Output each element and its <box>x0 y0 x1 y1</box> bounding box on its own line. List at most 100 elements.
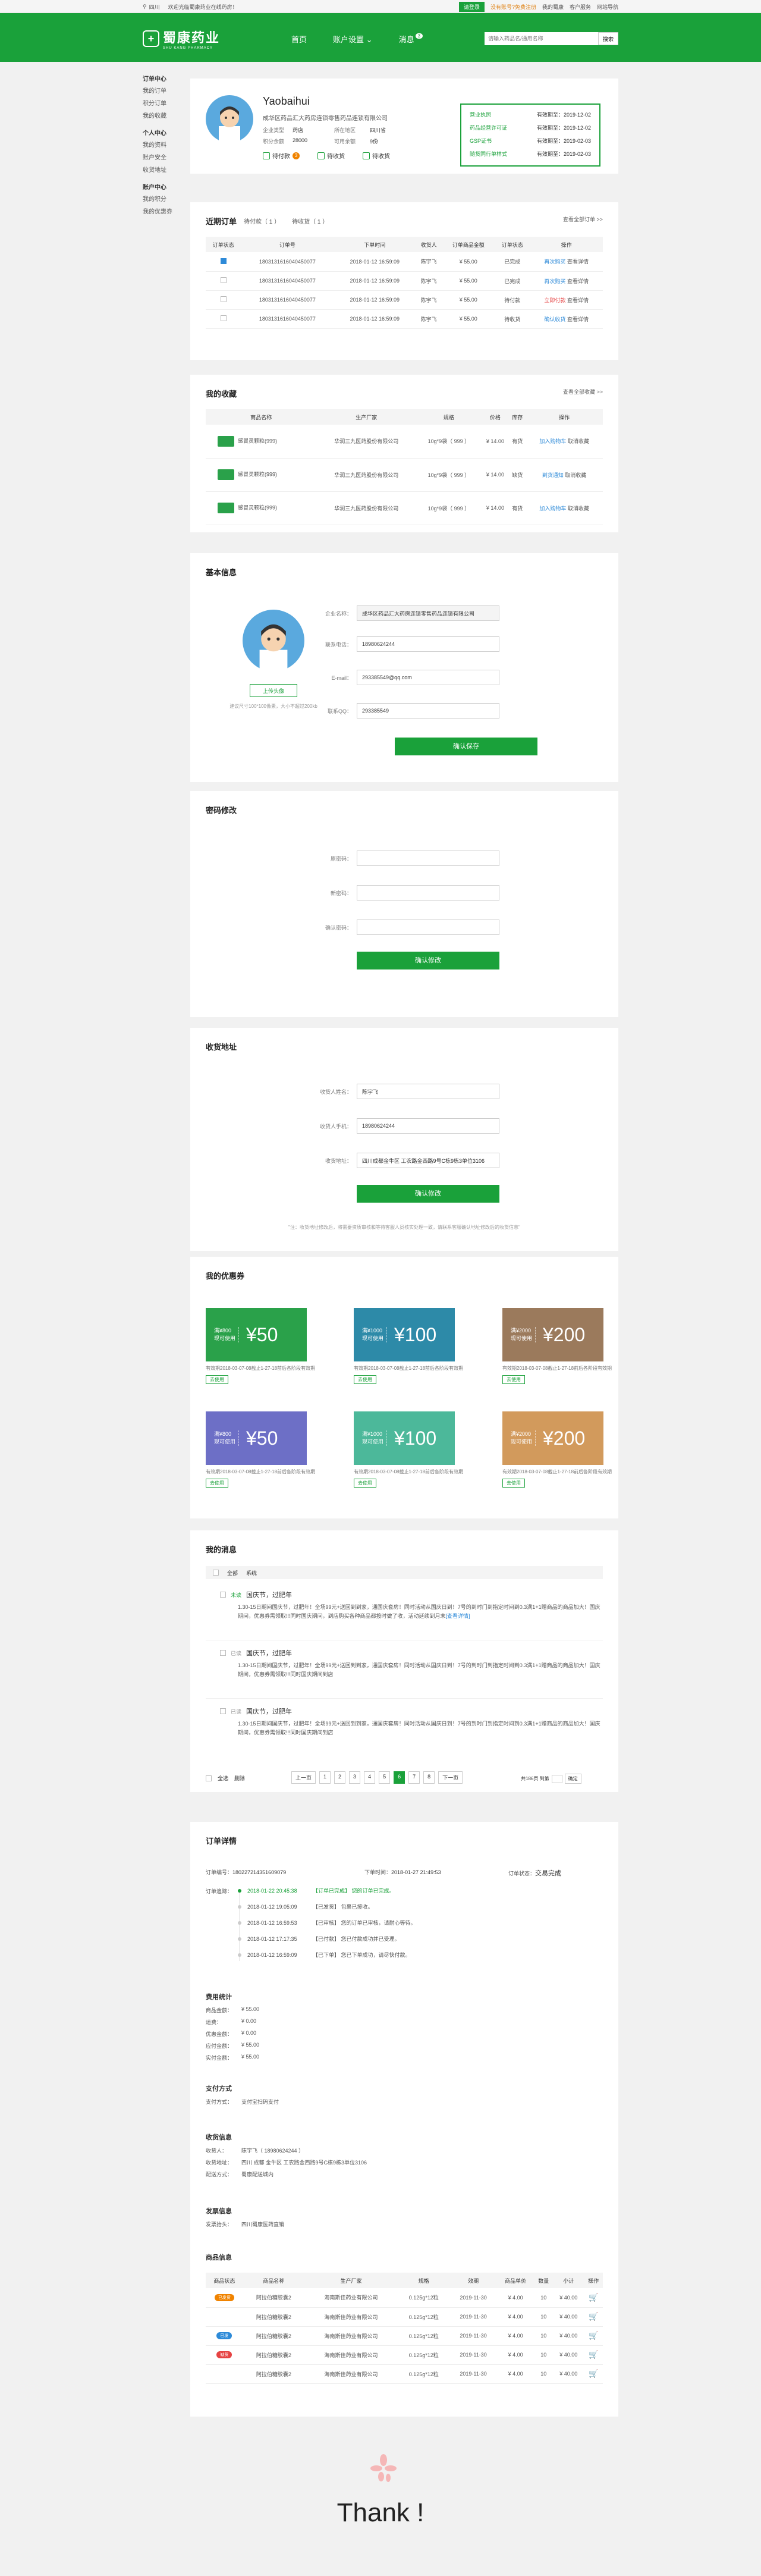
sidebar-item[interactable]: 我的优惠券 <box>143 206 190 215</box>
remove-favorite-link[interactable]: 取消收藏 <box>565 472 586 478</box>
order-primary-action[interactable]: 再次购买 <box>544 278 565 284</box>
product-name[interactable]: 感冒灵颗粒(999) <box>238 504 277 510</box>
view-all-favorites-link[interactable]: 查看全部收藏 >> <box>563 388 603 396</box>
email-field[interactable]: 293385549@qq.com <box>357 670 499 685</box>
page-button[interactable]: 2 <box>334 1771 346 1784</box>
receiver-name-field[interactable]: 陈宇飞 <box>357 1084 499 1099</box>
page-button[interactable]: 8 <box>423 1771 435 1784</box>
product-name[interactable]: 感冒灵颗粒(999) <box>238 471 277 477</box>
remove-favorite-link[interactable]: 取消收藏 <box>568 506 589 512</box>
top-link-account[interactable]: 我的蜀康 <box>542 3 564 11</box>
row-checkbox[interactable] <box>220 315 227 321</box>
row-checkbox[interactable] <box>220 296 227 302</box>
sidebar-item[interactable]: 积分订单 <box>143 98 190 107</box>
use-coupon-button[interactable]: 去使用 <box>502 1375 525 1384</box>
cart-icon[interactable]: 🛒 <box>589 2331 598 2340</box>
search-button[interactable]: 搜索 <box>598 32 618 45</box>
product-name[interactable]: 感冒灵颗粒(999) <box>238 438 277 444</box>
old-password-field[interactable] <box>357 851 499 866</box>
pending-payment-link[interactable]: 待付款 3 <box>263 151 300 160</box>
confirm-password-button[interactable]: 确认修改 <box>357 952 499 969</box>
order-detail-link[interactable]: 查看详情 <box>567 278 589 284</box>
message-title[interactable]: 国庆节，过肥年 <box>246 1648 292 1658</box>
delete-messages-button[interactable]: 删除 <box>234 1774 245 1782</box>
row-checkbox[interactable] <box>220 277 227 283</box>
search-input[interactable] <box>485 32 598 45</box>
tab-pending-receipt[interactable]: 待收货（ 1 ） <box>292 217 328 225</box>
row-checkbox[interactable] <box>220 258 227 264</box>
sidebar-item[interactable]: 我的订单 <box>143 86 190 95</box>
confirm-password-field[interactable] <box>357 920 499 935</box>
order-detail-link[interactable]: 查看详情 <box>567 259 589 265</box>
use-coupon-button[interactable]: 去使用 <box>354 1375 376 1384</box>
cart-icon[interactable]: 🛒 <box>589 2350 598 2359</box>
top-link-service[interactable]: 客户服务 <box>570 3 591 11</box>
tab-pending-payment[interactable]: 待付款（ 1 ） <box>244 217 280 225</box>
message-checkbox[interactable] <box>220 1650 226 1656</box>
goods-name-cell[interactable]: 阿拉伯糖胶囊2 <box>243 2326 304 2346</box>
page-button[interactable]: 4 <box>364 1771 376 1784</box>
pending-receipt-link[interactable]: 待收货 <box>317 151 345 160</box>
use-coupon-button[interactable]: 去使用 <box>206 1479 228 1488</box>
pending-receipt-link-2[interactable]: 待收货 <box>363 151 390 160</box>
confirm-address-button[interactable]: 确认修改 <box>357 1185 499 1203</box>
page-button[interactable]: 7 <box>408 1771 420 1784</box>
message-detail-link[interactable]: [查看详情] <box>446 1613 470 1619</box>
goods-name-cell[interactable]: 阿拉伯糖胶囊2 <box>243 2307 304 2327</box>
goods-name-cell[interactable]: 阿拉伯糖胶囊2 <box>243 2364 304 2384</box>
nav-messages[interactable]: 消息 3 <box>399 33 423 45</box>
cart-icon[interactable]: 🛒 <box>589 2369 598 2378</box>
message-title[interactable]: 国庆节，过肥年 <box>246 1706 292 1716</box>
favorite-primary-action[interactable]: 加入购物车 <box>539 438 566 444</box>
page-button[interactable]: 上一页 <box>291 1771 316 1784</box>
message-checkbox[interactable] <box>220 1592 226 1598</box>
qq-field[interactable]: 293385549 <box>357 703 499 718</box>
cart-icon[interactable]: 🛒 <box>589 2312 598 2321</box>
use-coupon-button[interactable]: 去使用 <box>206 1375 228 1384</box>
upload-avatar-button[interactable]: 上传头像 <box>250 684 297 697</box>
order-primary-action[interactable]: 再次购买 <box>544 259 565 265</box>
nav-account-settings[interactable]: 账户设置 ⌄ <box>333 33 373 45</box>
page-button[interactable]: 3 <box>349 1771 361 1784</box>
favorite-primary-action[interactable]: 加入购物车 <box>539 506 566 512</box>
login-button[interactable]: 请登录 <box>458 1 485 12</box>
message-title[interactable]: 国庆节，过肥年 <box>246 1590 292 1599</box>
tab-all-messages[interactable]: 全部 <box>227 1569 238 1577</box>
sidebar-item[interactable]: 我的资料 <box>143 140 190 149</box>
order-detail-link[interactable]: 查看详情 <box>567 297 589 303</box>
receiver-phone-field[interactable]: 18980624244 <box>357 1118 499 1134</box>
phone-field[interactable]: 18980624244 <box>357 636 499 652</box>
receiver-address-field[interactable]: 四川成都金牛区 工农路金西路9号C栋9栋3单位3106 <box>357 1153 499 1168</box>
page-button[interactable]: 6 <box>394 1771 405 1784</box>
favorite-primary-action[interactable]: 到货通知 <box>542 472 564 478</box>
view-all-orders-link[interactable]: 查看全部订单 >> <box>563 215 603 223</box>
page-button[interactable]: 1 <box>319 1771 331 1784</box>
register-link[interactable]: 没有账号?免费注册 <box>490 3 536 11</box>
message-checkbox[interactable] <box>220 1708 226 1714</box>
product-thumbnail[interactable] <box>218 469 234 480</box>
select-all-checkbox[interactable] <box>206 1775 212 1781</box>
product-thumbnail[interactable] <box>218 503 234 513</box>
page-jump-input[interactable] <box>551 1774 562 1783</box>
goods-name-cell[interactable]: 阿拉伯糖胶囊2 <box>243 2288 304 2308</box>
use-coupon-button[interactable]: 去使用 <box>354 1479 376 1488</box>
sidebar-item[interactable]: 收货地址 <box>143 165 190 174</box>
remove-favorite-link[interactable]: 取消收藏 <box>568 438 589 444</box>
site-logo[interactable]: + 蜀康药业 SHU KANG PHARMACY <box>143 27 220 50</box>
new-password-field[interactable] <box>357 885 499 900</box>
save-basic-info-button[interactable]: 确认保存 <box>395 738 537 755</box>
sidebar-item[interactable]: 我的收藏 <box>143 111 190 120</box>
nav-home[interactable]: 首页 <box>291 33 307 45</box>
order-primary-action[interactable]: 确认收货 <box>544 316 565 322</box>
order-detail-link[interactable]: 查看详情 <box>567 316 589 322</box>
top-link-sitemap[interactable]: 网站导航 <box>597 3 618 11</box>
page-jump-confirm[interactable]: 确定 <box>564 1774 581 1784</box>
use-coupon-button[interactable]: 去使用 <box>502 1479 525 1488</box>
tab-system-messages[interactable]: 系统 <box>246 1569 257 1577</box>
product-thumbnail[interactable] <box>218 435 234 447</box>
location-selector[interactable]: ⚲ 四川 <box>143 3 160 11</box>
page-button[interactable]: 5 <box>379 1771 391 1784</box>
sidebar-item[interactable]: 账户安全 <box>143 152 190 161</box>
page-button[interactable]: 下一页 <box>438 1771 463 1784</box>
order-primary-action[interactable]: 立即付款 <box>544 297 565 303</box>
